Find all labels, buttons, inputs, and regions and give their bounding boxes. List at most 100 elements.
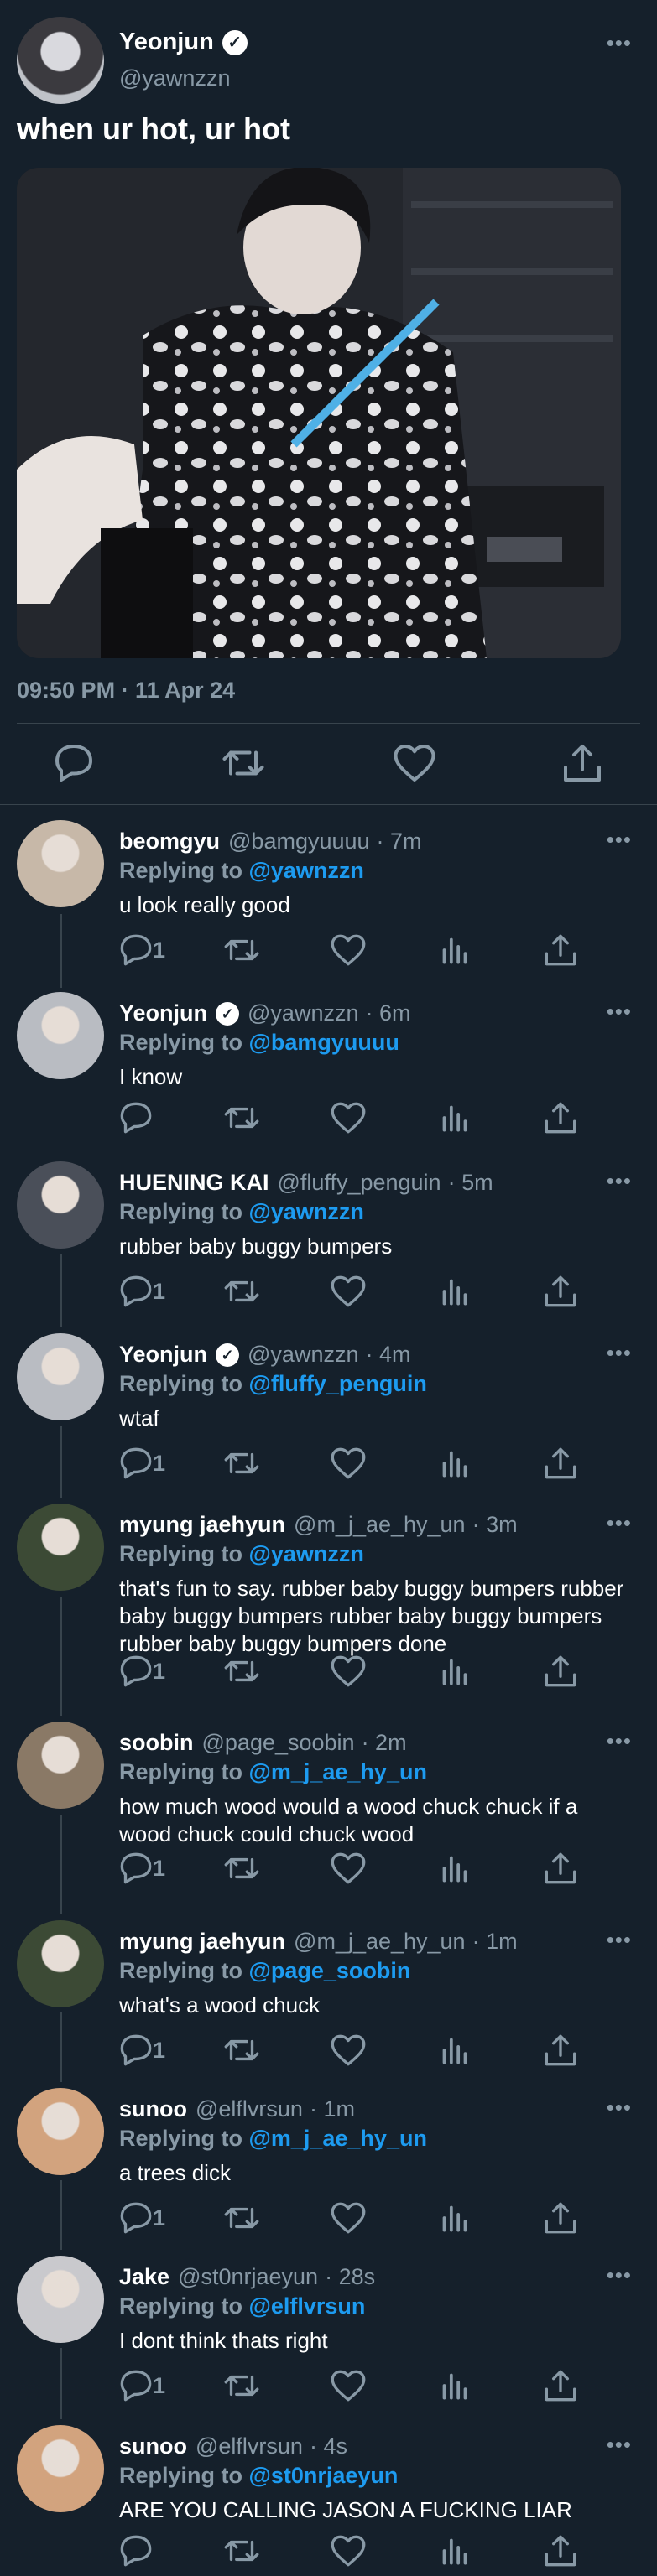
- share-icon[interactable]: [557, 738, 607, 788]
- like-icon[interactable]: [327, 2365, 369, 2407]
- reply-icon[interactable]: [115, 2029, 157, 2071]
- reply-display-name[interactable]: myung jaehyun: [119, 1512, 285, 1538]
- reply-icon[interactable]: [115, 1442, 157, 1484]
- avatar[interactable]: [17, 1722, 104, 1809]
- reply-handle[interactable]: @page_soobin: [202, 1730, 355, 1756]
- more-horizontal-icon[interactable]: •••: [607, 1929, 632, 1950]
- reply-time[interactable]: · 5m: [448, 1170, 493, 1196]
- avatar[interactable]: [17, 2088, 104, 2175]
- reply-icon[interactable]: [115, 1650, 157, 1692]
- more-horizontal-icon[interactable]: •••: [607, 828, 632, 850]
- replying-to-link[interactable]: @elflvrsun: [249, 2293, 366, 2319]
- reply-handle[interactable]: @elflvrsun: [196, 2096, 303, 2122]
- replying-to-link[interactable]: @yawnzzn: [249, 1199, 364, 1224]
- more-horizontal-icon[interactable]: •••: [607, 1000, 632, 1022]
- share-icon[interactable]: [540, 1097, 581, 1139]
- more-horizontal-icon[interactable]: •••: [607, 32, 632, 54]
- analytics-icon[interactable]: [434, 2197, 476, 2239]
- more-horizontal-icon[interactable]: •••: [607, 2433, 632, 2455]
- replying-to-link[interactable]: @st0nrjaeyun: [249, 2463, 399, 2488]
- retweet-icon[interactable]: [221, 2530, 263, 2572]
- replying-to-link[interactable]: @page_soobin: [249, 1958, 411, 1983]
- reply-time[interactable]: · 2m: [362, 1730, 407, 1756]
- reply-handle[interactable]: @elflvrsun: [196, 2433, 303, 2459]
- avatar[interactable]: [17, 1161, 104, 1249]
- analytics-icon[interactable]: [434, 1442, 476, 1484]
- reply-handle[interactable]: @yawnzzn: [248, 1000, 358, 1026]
- analytics-icon[interactable]: [434, 2365, 476, 2407]
- analytics-icon[interactable]: [434, 1847, 476, 1889]
- main-tweet-avatar[interactable]: [17, 17, 104, 104]
- main-tweet-handle[interactable]: @yawnzzn: [119, 65, 230, 91]
- retweet-icon[interactable]: [221, 1270, 263, 1312]
- like-icon[interactable]: [327, 2029, 369, 2071]
- reply-icon[interactable]: [115, 1097, 157, 1139]
- like-icon[interactable]: [327, 2197, 369, 2239]
- reply-time[interactable]: · 28s: [325, 2264, 375, 2290]
- retweet-icon[interactable]: [221, 1847, 263, 1889]
- reply-icon[interactable]: [115, 1270, 157, 1312]
- reply-display-name[interactable]: soobin: [119, 1730, 194, 1756]
- reply-handle[interactable]: @st0nrjaeyun: [178, 2264, 318, 2290]
- avatar[interactable]: [17, 1920, 104, 2007]
- reply-time[interactable]: · 4s: [310, 2433, 347, 2459]
- like-icon[interactable]: [389, 738, 440, 788]
- avatar[interactable]: [17, 2256, 104, 2343]
- avatar[interactable]: [17, 1333, 104, 1420]
- replying-to-link[interactable]: @yawnzzn: [249, 858, 364, 883]
- reply-handle[interactable]: @m_j_ae_hy_un: [294, 1512, 466, 1538]
- reply-icon[interactable]: [115, 2197, 157, 2239]
- share-icon[interactable]: [540, 2029, 581, 2071]
- replying-to-link[interactable]: @fluffy_penguin: [249, 1371, 427, 1396]
- reply-icon[interactable]: [115, 1847, 157, 1889]
- more-horizontal-icon[interactable]: •••: [607, 1170, 632, 1192]
- reply-display-name[interactable]: sunoo: [119, 2433, 187, 2459]
- like-icon[interactable]: [327, 1650, 369, 1692]
- avatar[interactable]: [17, 992, 104, 1079]
- main-tweet-display-name[interactable]: Yeonjun: [119, 29, 214, 56]
- reply-display-name[interactable]: Yeonjun: [119, 1342, 207, 1368]
- reply-display-name[interactable]: beomgyu: [119, 828, 220, 854]
- analytics-icon[interactable]: [434, 1270, 476, 1312]
- retweet-icon[interactable]: [221, 1442, 263, 1484]
- share-icon[interactable]: [540, 1442, 581, 1484]
- tweet-photo[interactable]: [17, 168, 621, 658]
- replying-to-link[interactable]: @bamgyuuuu: [249, 1030, 399, 1055]
- retweet-icon[interactable]: [221, 2197, 263, 2239]
- analytics-icon[interactable]: [434, 1097, 476, 1139]
- reply-icon[interactable]: [115, 2365, 157, 2407]
- share-icon[interactable]: [540, 2197, 581, 2239]
- main-tweet-name[interactable]: Yeonjun ✓: [119, 29, 248, 56]
- more-horizontal-icon[interactable]: •••: [607, 1730, 632, 1752]
- reply-time[interactable]: · 7m: [377, 828, 422, 854]
- retweet-icon[interactable]: [221, 929, 263, 971]
- share-icon[interactable]: [540, 929, 581, 971]
- reply-handle[interactable]: @m_j_ae_hy_un: [294, 1929, 466, 1955]
- reply-display-name[interactable]: sunoo: [119, 2096, 187, 2122]
- avatar[interactable]: [17, 1504, 104, 1591]
- retweet-icon[interactable]: [221, 1097, 263, 1139]
- reply-time[interactable]: · 1m: [310, 2096, 355, 2122]
- reply-display-name[interactable]: myung jaehyun: [119, 1929, 285, 1955]
- analytics-icon[interactable]: [434, 2530, 476, 2572]
- like-icon[interactable]: [327, 929, 369, 971]
- share-icon[interactable]: [540, 2530, 581, 2572]
- reply-icon[interactable]: [115, 2530, 157, 2572]
- retweet-icon[interactable]: [221, 2365, 263, 2407]
- avatar[interactable]: [17, 820, 104, 907]
- reply-time[interactable]: · 3m: [472, 1512, 518, 1538]
- reply-icon[interactable]: [49, 738, 99, 788]
- reply-time[interactable]: · 4m: [365, 1342, 410, 1368]
- more-horizontal-icon[interactable]: •••: [607, 1342, 632, 1363]
- reply-handle[interactable]: @bamgyuuuu: [228, 828, 370, 854]
- avatar[interactable]: [17, 2425, 104, 2512]
- share-icon[interactable]: [540, 2365, 581, 2407]
- replying-to-link[interactable]: @m_j_ae_hy_un: [249, 1759, 427, 1784]
- reply-display-name[interactable]: Jake: [119, 2264, 169, 2290]
- reply-icon[interactable]: [115, 929, 157, 971]
- replying-to-link[interactable]: @yawnzzn: [249, 1541, 364, 1566]
- reply-display-name[interactable]: HUENING KAI: [119, 1170, 269, 1196]
- analytics-icon[interactable]: [434, 1650, 476, 1692]
- analytics-icon[interactable]: [434, 2029, 476, 2071]
- tweet-timestamp[interactable]: 09:50 PM · 11 Apr 24: [17, 678, 235, 704]
